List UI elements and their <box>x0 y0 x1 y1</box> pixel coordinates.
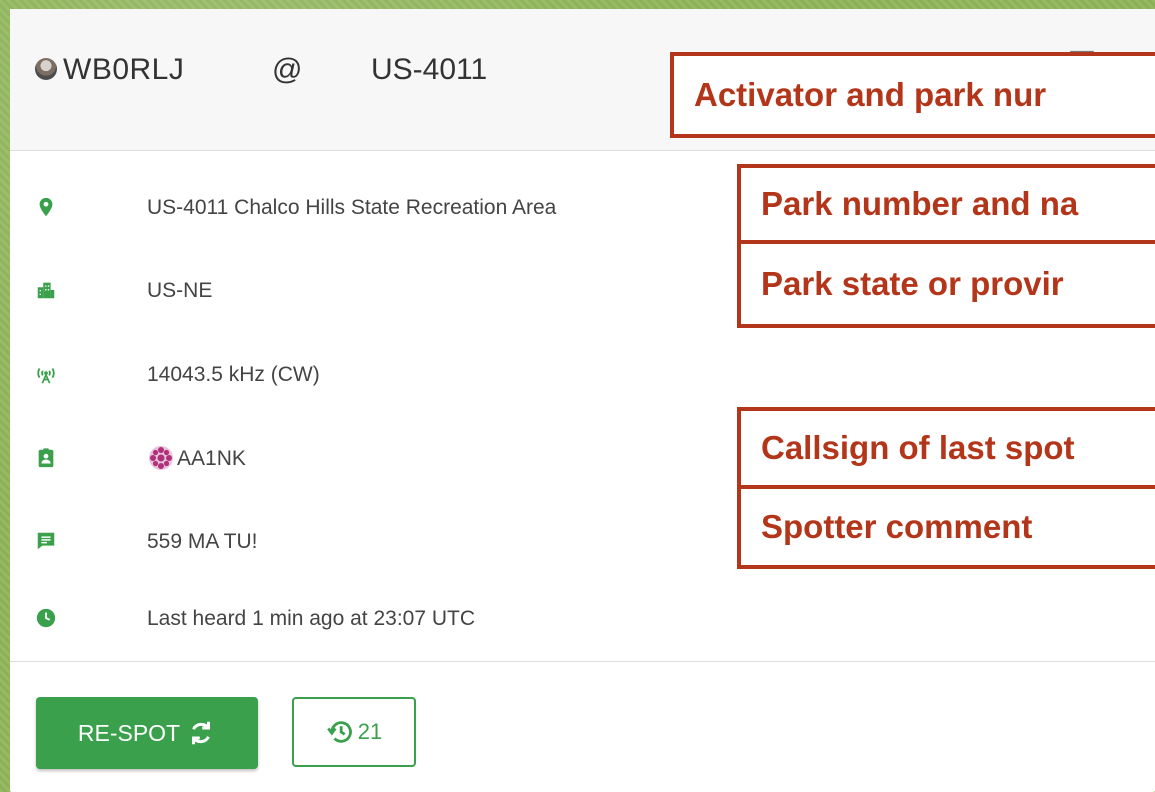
park-name[interactable]: US-4011 Chalco Hills State Recreation Ar… <box>147 196 556 220</box>
operator-avatar <box>35 58 57 80</box>
callout-spotter-callsign-text: Callsign of last spot <box>761 429 1075 466</box>
callout-activator-text: Activator and park nur <box>694 76 1047 113</box>
history-count: 21 <box>357 719 383 744</box>
callout-park-name: Park number and na <box>737 164 1155 244</box>
callout-activator: Activator and park nur <box>670 52 1155 138</box>
detail-row-frequency: 14043.5 kHz (CW) <box>10 355 1155 395</box>
callout-park-state-text: Park state or provir <box>761 265 1064 302</box>
park-state: US-NE <box>147 279 213 302</box>
activator-callsign[interactable]: WB0RLJ <box>63 53 184 87</box>
city-icon <box>37 282 55 299</box>
frequency-mode: 14043.5 kHz (CW) <box>147 363 320 386</box>
callout-spotter-callsign: Callsign of last spot <box>737 407 1155 489</box>
map-pin-icon <box>39 197 53 217</box>
at-symbol: @ <box>272 53 303 86</box>
last-heard: Last heard 1 min ago at 23:07 UTC <box>147 607 476 630</box>
park-reference[interactable]: US-4011 <box>371 53 487 87</box>
callout-park-state: Park state or provir <box>737 240 1155 328</box>
callout-spotter-comment-text: Spotter comment <box>761 508 1033 545</box>
message-icon <box>37 532 55 550</box>
spotter-comment: 559 MA TU! <box>147 530 258 553</box>
spot-history-button[interactable]: 21 <box>292 697 416 767</box>
respot-button[interactable]: RE-SPOT <box>36 697 258 769</box>
spotter-avatar <box>149 446 173 470</box>
antenna-icon <box>37 367 55 384</box>
clock-icon <box>36 608 56 628</box>
badge-icon <box>38 448 54 468</box>
spotter-callsign[interactable]: AA1NK <box>177 447 246 471</box>
callout-park-name-text: Park number and na <box>761 185 1079 222</box>
refresh-icon <box>192 721 211 745</box>
respot-label: RE-SPOT <box>77 719 181 746</box>
detail-row-last-heard: Last heard 1 min ago at 23:07 UTC <box>10 599 1155 639</box>
callout-spotter-comment: Spotter comment <box>737 485 1155 569</box>
actions-divider <box>10 661 1155 662</box>
history-icon <box>326 721 352 743</box>
